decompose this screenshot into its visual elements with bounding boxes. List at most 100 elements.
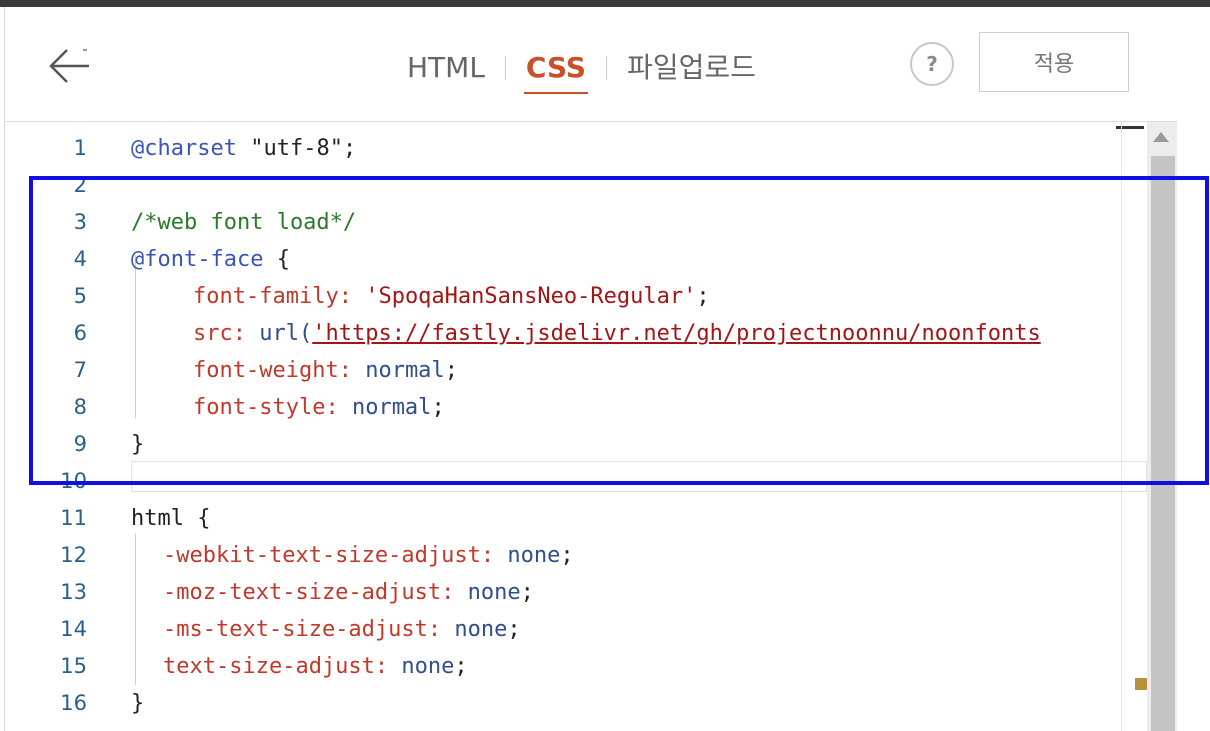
code-token: @charset — [131, 136, 237, 161]
code-line[interactable]: 4 @font-face { — [5, 241, 1145, 278]
code-token: none — [401, 654, 455, 679]
line-number: 4 — [73, 247, 87, 271]
question-mark-icon: ? — [926, 52, 938, 76]
triangle-up-icon[interactable] — [1153, 132, 1169, 142]
code-text: text-size-adjust: none; — [163, 648, 468, 685]
code-token: : — [232, 321, 260, 346]
code-token: text-size-adjust — [163, 654, 375, 679]
code-text: font-style: normal; — [193, 389, 445, 426]
code-text: @font-face { — [131, 241, 290, 278]
code-line[interactable]: 7 font-weight: normal; — [5, 352, 1145, 389]
code-token: ; — [342, 136, 357, 161]
code-token: : — [427, 617, 455, 642]
code-token: ; — [696, 284, 710, 309]
code-text: @charset "utf-8"; — [131, 130, 356, 167]
code-token: 'https://fastly.jsdelivr.net/gh/projectn… — [312, 321, 1041, 346]
code-line[interactable]: 12 -webkit-text-size-adjust: none; — [5, 537, 1145, 574]
code-line[interactable]: 14 -ms-text-size-adjust: none; — [5, 611, 1145, 648]
code-token: font-family — [193, 284, 339, 309]
code-line[interactable]: 1 @charset "utf-8"; — [5, 130, 1145, 167]
line-number: 7 — [73, 358, 87, 382]
tab-css[interactable]: CSS — [523, 46, 589, 94]
code-editor[interactable]: 1 @charset "utf-8"; 2 3 /*web font load*/ 4 @f… — [5, 122, 1177, 731]
back-button[interactable] — [47, 41, 97, 91]
tab-divider — [606, 56, 608, 80]
code-line[interactable]: 10 — [5, 463, 1145, 500]
help-button[interactable]: ? — [910, 42, 954, 86]
code-token: none — [507, 543, 561, 568]
line-number: 14 — [60, 617, 87, 641]
code-token: ; — [431, 395, 445, 420]
code-token: -webkit-text-size-adjust — [163, 543, 481, 568]
line-number: 2 — [73, 173, 87, 197]
code-text: } — [131, 685, 144, 722]
code-text: /*web font load*/ — [131, 204, 356, 241]
code-token: ; — [444, 358, 458, 383]
code-token: { — [263, 247, 290, 272]
apply-button[interactable]: 적용 — [979, 32, 1129, 92]
code-token: ; — [520, 580, 534, 605]
line-number: 11 — [60, 506, 87, 530]
tab-file-upload[interactable]: 파일업로드 — [625, 46, 758, 90]
code-line[interactable]: 5 font-family: 'SpoqaHanSansNeo-Regular'; — [5, 278, 1145, 315]
scrollbar-thumb[interactable] — [1151, 156, 1175, 731]
code-text: } — [131, 426, 144, 463]
code-token: ; — [507, 617, 521, 642]
code-line[interactable]: 9} — [5, 426, 1145, 463]
line-number: 15 — [60, 654, 87, 678]
code-text: html { — [131, 500, 210, 537]
code-line[interactable]: 13 -moz-text-size-adjust: none; — [5, 574, 1145, 611]
line-number: 12 — [60, 543, 87, 567]
line-number: 5 — [73, 284, 87, 308]
code-line[interactable]: 8 font-style: normal; — [5, 389, 1145, 426]
code-token: 'SpoqaHanSansNeo-Regular' — [365, 284, 697, 309]
code-line[interactable]: 16} — [5, 685, 1145, 722]
code-text: font-weight: normal; — [193, 352, 458, 389]
line-number: 10 — [60, 469, 87, 493]
line-number: 9 — [73, 432, 87, 456]
line-number: 6 — [73, 321, 87, 345]
code-line[interactable]: 17 — [5, 722, 1145, 731]
code-token: html { — [131, 506, 211, 531]
line-number: 8 — [73, 395, 87, 419]
code-token: normal — [351, 395, 432, 420]
code-token: : — [374, 654, 402, 679]
code-token: -ms-text-size-adjust — [163, 617, 428, 642]
window-edge — [1176, 7, 1210, 731]
code-line[interactable]: 11 html { — [5, 500, 1145, 537]
tab-html[interactable]: HTML — [405, 46, 487, 90]
code-token: url( — [259, 321, 313, 346]
top-dark-strip — [0, 0, 1210, 7]
code-token: } — [131, 432, 145, 457]
code-token: ; — [560, 543, 574, 568]
line-number: 17 — [5, 722, 87, 731]
code-text: -webkit-text-size-adjust: none; — [163, 537, 574, 574]
code-token: ; — [454, 654, 468, 679]
css-editor-panel: HTML CSS 파일업로드 ? 적용 1 @charset "utf-8"; 2 3… — [4, 7, 1177, 731]
vertical-scrollbar[interactable] — [1147, 122, 1177, 731]
code-line[interactable]: 2 — [5, 167, 1145, 204]
code-line[interactable]: 15 text-size-adjust: none; — [5, 648, 1145, 685]
code-token: normal — [365, 358, 445, 383]
code-token: font-style — [193, 395, 326, 420]
code-token: : — [441, 580, 468, 605]
arrow-left-icon — [49, 49, 89, 83]
code-token: : — [338, 284, 366, 309]
code-token: "utf-8" — [250, 136, 343, 161]
code-token: : — [480, 543, 508, 568]
code-token: /*web font load*/ — [131, 210, 357, 235]
code-token: font-weight — [193, 358, 339, 383]
editor-header: HTML CSS 파일업로드 ? 적용 — [5, 7, 1177, 122]
line-number: 16 — [60, 691, 87, 715]
tab-divider — [504, 56, 506, 80]
code-token: @font-face — [131, 247, 264, 272]
code-token: src — [193, 321, 233, 346]
code-token: none — [454, 617, 508, 642]
code-line[interactable]: 3 /*web font load*/ — [5, 204, 1145, 241]
code-token: } — [131, 691, 145, 716]
code-token: -moz-text-size-adjust — [163, 580, 442, 605]
editor-tabs: HTML CSS 파일업로드 — [405, 43, 758, 94]
code-line[interactable]: 6 src: url('https://fastly.jsdelivr.net/g… — [5, 315, 1145, 352]
code-text: font-family: 'SpoqaHanSansNeo-Regular'; — [193, 278, 710, 315]
